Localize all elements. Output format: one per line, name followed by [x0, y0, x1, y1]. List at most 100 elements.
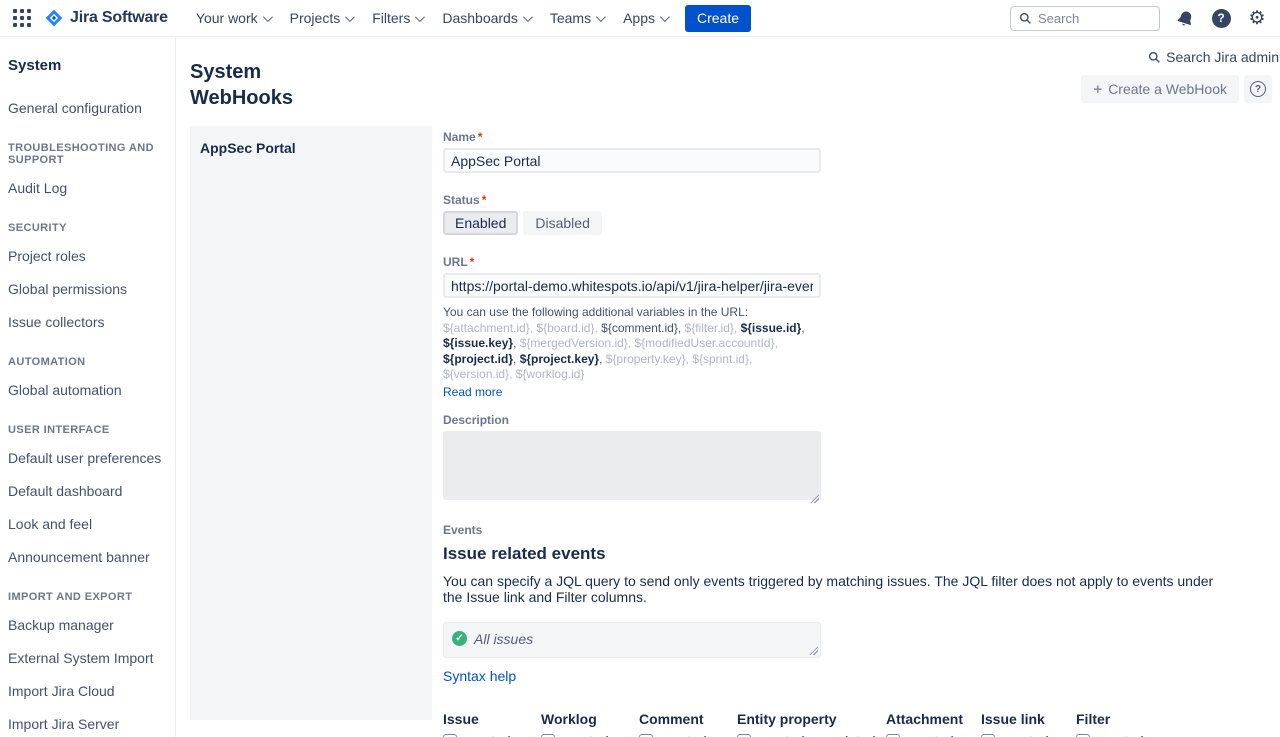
- nav-item-apps[interactable]: Apps: [613, 4, 677, 32]
- url-variable: ${board.id}: [536, 321, 594, 335]
- chevron-down-icon: [345, 12, 355, 22]
- checkbox-unchecked-icon[interactable]: [639, 734, 653, 737]
- sidebar-item-import-jira-server[interactable]: Import Jira Server: [8, 716, 167, 732]
- required-asterisk: *: [470, 255, 475, 269]
- read-more-link[interactable]: Read more: [443, 385, 502, 399]
- checkbox-unchecked-icon[interactable]: [1076, 734, 1090, 737]
- description-field-label: Description: [443, 413, 1280, 427]
- chevron-down-icon: [660, 12, 670, 22]
- create-webhook-label: Create a WebHook: [1108, 81, 1227, 97]
- checkbox-unchecked-icon[interactable]: [541, 734, 555, 737]
- search-jira-admin-label: Search Jira admin: [1166, 49, 1279, 65]
- jql-query-input[interactable]: ✓ All issues: [443, 622, 821, 658]
- sidebar-item-backup-manager[interactable]: Backup manager: [8, 617, 167, 633]
- resize-handle-icon[interactable]: [810, 494, 819, 503]
- valid-check-icon: ✓: [452, 631, 467, 646]
- event-checkbox-attachment-created[interactable]: created: [886, 732, 981, 737]
- search-icon: [1019, 12, 1032, 25]
- jql-placeholder-text: All issues: [474, 631, 533, 647]
- jira-software-logo[interactable]: Jira Software: [44, 8, 168, 28]
- help-icon[interactable]: ?: [1210, 7, 1232, 29]
- event-checkbox-filter-created[interactable]: created: [1076, 732, 1174, 737]
- status-enabled-button[interactable]: Enabled: [443, 211, 518, 235]
- sidebar-item-default-user-preferences[interactable]: Default user preferences: [8, 450, 167, 466]
- sidebar-section-troubleshooting-and-support: TROUBLESHOOTING AND SUPPORT: [8, 142, 167, 166]
- event-checkbox-worklog-created[interactable]: created: [541, 732, 639, 737]
- event-column-title: Issue: [443, 711, 541, 727]
- url-variable: ${mergedVersion.id}: [520, 336, 628, 350]
- search-input[interactable]: [1038, 11, 1151, 26]
- status-disabled-button[interactable]: Disabled: [523, 211, 601, 235]
- search-jira-admin-link[interactable]: Search Jira admin: [1148, 49, 1280, 65]
- chevron-down-icon: [263, 12, 273, 22]
- event-column-title: Entity property: [737, 711, 886, 727]
- sidebar-item-import-jira-cloud[interactable]: Import Jira Cloud: [8, 683, 167, 699]
- event-column-issue: Issuecreated✓updated✓deleted: [443, 711, 541, 737]
- admin-sidebar: System General configuration TROUBLESHOOT…: [0, 37, 176, 737]
- global-search[interactable]: [1010, 6, 1160, 31]
- plus-icon: +: [1093, 82, 1102, 97]
- event-column-comment: Commentcreated✓updated✓deleted: [639, 711, 737, 737]
- url-variable: ${property.key}: [606, 352, 686, 366]
- sidebar-title: System: [8, 57, 167, 74]
- resize-handle-icon[interactable]: [809, 646, 818, 655]
- sidebar-section-automation: AUTOMATION: [8, 356, 167, 368]
- url-variable: ${filter.id}: [685, 321, 734, 335]
- chevron-down-icon: [596, 12, 606, 22]
- status-field-label: Status*: [443, 193, 1280, 207]
- name-input[interactable]: [443, 148, 821, 173]
- sidebar-item-global-automation[interactable]: Global automation: [8, 382, 167, 398]
- checkbox-unchecked-icon[interactable]: [443, 734, 457, 737]
- url-help-intro: You can use the following additional var…: [443, 305, 748, 319]
- nav-item-your-work[interactable]: Your work: [186, 4, 280, 32]
- sidebar-item-general-configuration[interactable]: General configuration: [8, 100, 167, 116]
- notifications-bell-icon[interactable]: [1174, 7, 1196, 29]
- webhook-help-button[interactable]: ?: [1244, 75, 1272, 103]
- required-asterisk: *: [478, 130, 483, 144]
- url-variable: ${project.id}: [443, 352, 513, 366]
- sidebar-item-default-dashboard[interactable]: Default dashboard: [8, 483, 167, 499]
- sidebar-item-audit-log[interactable]: Audit Log: [8, 180, 167, 196]
- nav-item-teams[interactable]: Teams: [540, 4, 613, 32]
- sidebar-item-external-system-import[interactable]: External System Import: [8, 650, 167, 666]
- sidebar-item-look-and-feel[interactable]: Look and feel: [8, 516, 167, 532]
- url-variable: ${comment.id}: [601, 321, 678, 335]
- events-label: Events: [443, 523, 1280, 537]
- checkbox-unchecked-icon[interactable]: [737, 734, 751, 737]
- sidebar-item-announcement-banner[interactable]: Announcement banner: [8, 549, 167, 565]
- required-asterisk: *: [482, 193, 487, 207]
- event-column-title: Issue link: [981, 711, 1076, 727]
- status-toggle-group: EnabledDisabled: [443, 211, 1280, 235]
- checkbox-unchecked-icon[interactable]: [886, 734, 900, 737]
- event-checkbox-issue-created[interactable]: created: [443, 732, 541, 737]
- nav-item-projects[interactable]: Projects: [280, 4, 363, 32]
- syntax-help-link[interactable]: Syntax help: [443, 668, 516, 684]
- url-variable: ${attachment.id}: [443, 321, 530, 335]
- create-button[interactable]: Create: [685, 5, 751, 32]
- event-column-title: Attachment: [886, 711, 981, 727]
- sidebar-item-issue-collectors[interactable]: Issue collectors: [8, 314, 167, 330]
- settings-gear-icon[interactable]: ⚙: [1246, 7, 1268, 29]
- event-column-worklog: Worklogcreatedupdateddeleted: [541, 711, 639, 737]
- event-checkbox-grid: Issuecreated✓updated✓deletedWorklogcreat…: [443, 711, 1280, 737]
- nav-item-filters[interactable]: Filters: [362, 4, 432, 32]
- create-webhook-button[interactable]: + Create a WebHook: [1081, 75, 1239, 103]
- event-checkbox-entity-property-created-or-updated[interactable]: created or updated: [737, 732, 886, 737]
- checkbox-unchecked-icon[interactable]: [981, 734, 995, 737]
- app-switcher-icon[interactable]: [10, 6, 34, 30]
- nav-item-dashboards[interactable]: Dashboards: [432, 4, 540, 32]
- event-column-issue-link: Issue linkcreateddeleted: [981, 711, 1076, 737]
- sidebar-item-global-permissions[interactable]: Global permissions: [8, 281, 167, 297]
- event-checkbox-comment-created[interactable]: created: [639, 732, 737, 737]
- main-content: System WebHooks Search Jira admin + Crea…: [176, 37, 1280, 737]
- event-checkbox-issue-link-created[interactable]: created: [981, 732, 1076, 737]
- sidebar-item-project-roles[interactable]: Project roles: [8, 248, 167, 264]
- description-textarea[interactable]: [443, 431, 821, 500]
- sidebar-section-import-and-export: IMPORT AND EXPORT: [8, 591, 167, 603]
- top-navigation-bar: Jira Software Your workProjectsFiltersDa…: [0, 0, 1280, 37]
- sidebar-section-security: SECURITY: [8, 222, 167, 234]
- url-input[interactable]: [443, 273, 821, 298]
- webhook-list-item-appsec-portal[interactable]: AppSec Portal: [200, 138, 422, 158]
- chevron-down-icon: [415, 12, 425, 22]
- event-column-title: Worklog: [541, 711, 639, 727]
